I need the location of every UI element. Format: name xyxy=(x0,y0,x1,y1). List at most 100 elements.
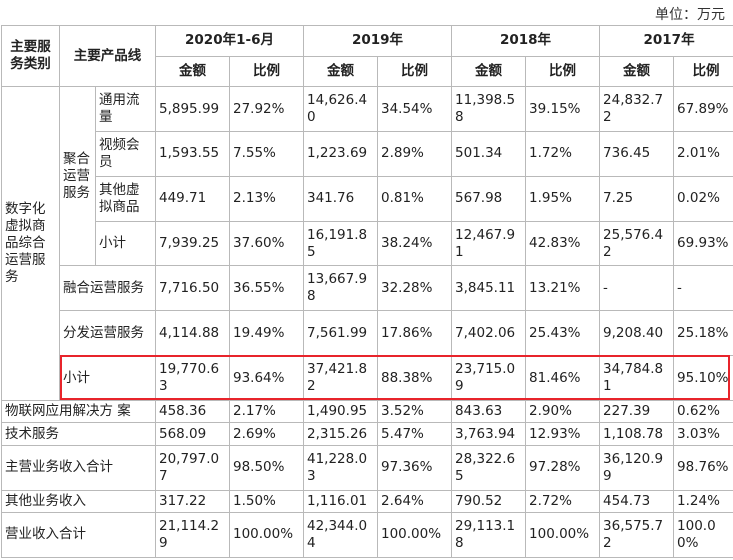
row-label: 通用流量 xyxy=(95,86,156,132)
category-digital-virtual: 数字化虚拟商品综合运营服务 xyxy=(1,86,60,401)
cell-2018-ratio: 100.00% xyxy=(525,511,601,559)
cell-2018-ratio: 42.83% xyxy=(525,220,601,267)
table-row-highlighted: 小计 19,770.63 93.64% 37,421.82 88.38% 23,715.… xyxy=(2,355,733,401)
cell-2017-ratio: 0.02% xyxy=(673,175,733,222)
cell-2020h1-amount: 20,797.07 xyxy=(155,444,230,491)
cell-2019-ratio: 2.64% xyxy=(376,489,453,513)
cell-2018-ratio: 97.28% xyxy=(525,444,601,491)
cell-2019-ratio: 38.24% xyxy=(376,220,453,267)
cell-2020h1-ratio: 27.92% xyxy=(229,86,304,132)
cell-2017-amount: 736.45 xyxy=(599,130,675,177)
cell-2020h1-ratio: 2.13% xyxy=(229,175,304,222)
row-label: 融合运营服务 xyxy=(59,265,156,312)
cell-2019-amount: 1,490.95 xyxy=(303,399,378,424)
cell-2017-ratio: 95.10% xyxy=(673,355,733,401)
cell-2017-amount: 227.39 xyxy=(599,399,675,424)
cell-2020h1-amount: 7,716.50 xyxy=(155,265,230,312)
cell-2018-amount: 567.98 xyxy=(451,175,527,222)
cell-2019-amount: 41,228.03 xyxy=(303,444,378,491)
cell-2019-amount: 1,223.69 xyxy=(303,130,378,177)
cell-2019-amount: 2,315.26 xyxy=(303,422,378,446)
header-row-periods: 主要服务类别 主要产品线 2020年1-6月 2019年 2018年 2017年 xyxy=(1,24,733,88)
row-label: 主营业务收入合计 xyxy=(1,444,156,491)
cell-2020h1-ratio: 93.64% xyxy=(229,355,304,401)
cell-2017-ratio: 1.24% xyxy=(673,489,733,513)
cell-2020h1-ratio: 7.55% xyxy=(229,130,304,177)
cell-2017-ratio: 25.18% xyxy=(673,310,733,357)
cell-2018-amount: 29,113.18 xyxy=(451,511,527,559)
table-row: 分发运营服务 4,114.88 19.49% 7,561.99 17.86% 7,402… xyxy=(2,310,733,357)
cell-2019-ratio: 88.38% xyxy=(376,355,453,401)
cell-2018-amount: 7,402.06 xyxy=(451,310,527,357)
cell-2017-amount: 34,784.81 xyxy=(599,355,675,401)
cell-2018-ratio: 81.46% xyxy=(525,355,601,401)
cell-2017-ratio: 3.03% xyxy=(673,422,733,446)
table-row: 视频会员 1,593.55 7.55% 1,223.69 2.89% 501.34 1.7… xyxy=(2,130,733,177)
cell-2019-ratio: 5.47% xyxy=(376,422,453,446)
cell-2017-amount: 36,120.99 xyxy=(599,444,675,491)
cell-2020h1-ratio: 100.00% xyxy=(229,511,304,559)
cell-2017-amount: 24,832.72 xyxy=(599,86,675,132)
row-label: 物联网应用解决方 案 xyxy=(1,399,156,424)
header-amount: 金额 xyxy=(155,55,230,88)
cell-2019-ratio: 0.81% xyxy=(376,175,453,222)
cell-2020h1-ratio: 98.50% xyxy=(229,444,304,491)
cell-2018-ratio: 2.72% xyxy=(525,489,601,513)
row-label: 小计 xyxy=(95,220,156,267)
cell-2020h1-ratio: 2.17% xyxy=(229,399,304,424)
cell-2017-amount: 9,208.40 xyxy=(599,310,675,357)
cell-2020h1-amount: 5,895.99 xyxy=(155,86,230,132)
header-period-2020h1: 2020年1-6月 xyxy=(155,25,304,57)
cell-2019-amount: 7,561.99 xyxy=(303,310,378,357)
cell-2020h1-amount: 317.22 xyxy=(155,489,230,513)
header-ratio: 比例 xyxy=(525,55,601,88)
table-row: 融合运营服务 7,716.50 36.55% 13,667.98 32.28% 3,84… xyxy=(2,265,733,312)
cell-2019-ratio: 3.52% xyxy=(376,399,453,424)
cell-2020h1-ratio: 19.49% xyxy=(229,310,304,357)
cell-2017-ratio: 2.01% xyxy=(673,130,733,177)
header-period-2017: 2017年 xyxy=(599,25,733,57)
cell-2020h1-ratio: 2.69% xyxy=(229,422,304,446)
unit-label: 单位：万元 xyxy=(655,7,725,23)
cell-2019-ratio: 97.36% xyxy=(376,444,453,491)
table-row: 技术服务 568.09 2.69% 2,315.26 5.47% 3,763.94 12.… xyxy=(1,422,733,446)
cell-2019-ratio: 32.28% xyxy=(376,265,453,312)
cell-2017-ratio: 100.00% xyxy=(673,511,733,559)
cell-2018-ratio: 13.21% xyxy=(525,265,601,312)
header-ratio: 比例 xyxy=(376,55,453,88)
cell-2020h1-amount: 4,114.88 xyxy=(155,310,230,357)
cell-2020h1-ratio: 36.55% xyxy=(229,265,304,312)
cell-2018-ratio: 12.93% xyxy=(525,422,601,446)
table-row: 数字化虚拟商品综合运营服务 聚合运营服务 通用流量 5,895.99 27.92%… xyxy=(1,86,733,401)
cell-2019-ratio: 2.89% xyxy=(376,130,453,177)
cell-2017-amount: - xyxy=(599,265,675,312)
table-row: 其他业务收入 317.22 1.50% 1,116.01 2.64% 790.52 2.7… xyxy=(1,489,733,513)
table-row: 物联网应用解决方 案 458.36 2.17% 1,490.95 3.52% 843.6… xyxy=(1,399,733,424)
cell-2019-ratio: 100.00% xyxy=(376,511,453,559)
cell-2020h1-amount: 19,770.63 xyxy=(155,355,230,401)
table-row: 营业收入合计 21,114.29 100.00% 42,344.04 100.00% 2… xyxy=(1,511,733,559)
header-category: 主要服务类别 xyxy=(1,24,60,88)
cell-2017-ratio: 0.62% xyxy=(673,399,733,424)
revenue-table: 主要服务类别 主要产品线 2020年1-6月 2019年 2018年 2017年… xyxy=(1,24,733,559)
cell-2020h1-amount: 568.09 xyxy=(155,422,230,446)
cell-2018-amount: 11,398.58 xyxy=(451,86,527,132)
header-period-2019: 2019年 xyxy=(302,25,453,57)
cell-2018-ratio: 2.90% xyxy=(525,399,601,424)
cell-2020h1-amount: 458.36 xyxy=(155,399,230,424)
table-row: 其他虚拟商品 449.71 2.13% 341.76 0.81% 567.98 1.95%… xyxy=(2,175,733,222)
row-label: 技术服务 xyxy=(1,422,156,446)
cell-2019-amount: 37,421.82 xyxy=(303,355,378,401)
header-ratio: 比例 xyxy=(229,55,304,88)
cell-2019-ratio: 34.54% xyxy=(376,86,453,132)
cell-2017-ratio: - xyxy=(673,265,733,312)
cell-2018-ratio: 1.72% xyxy=(525,130,601,177)
header-amount: 金额 xyxy=(451,55,527,88)
row-label: 其他虚拟商品 xyxy=(95,175,156,222)
cell-2020h1-amount: 1,593.55 xyxy=(155,130,230,177)
cell-2018-ratio: 1.95% xyxy=(525,175,601,222)
cell-2018-amount: 3,763.94 xyxy=(451,422,527,446)
cell-2020h1-ratio: 37.60% xyxy=(229,220,304,267)
cell-2018-amount: 843.63 xyxy=(451,399,527,424)
row-label: 分发运营服务 xyxy=(59,310,156,357)
